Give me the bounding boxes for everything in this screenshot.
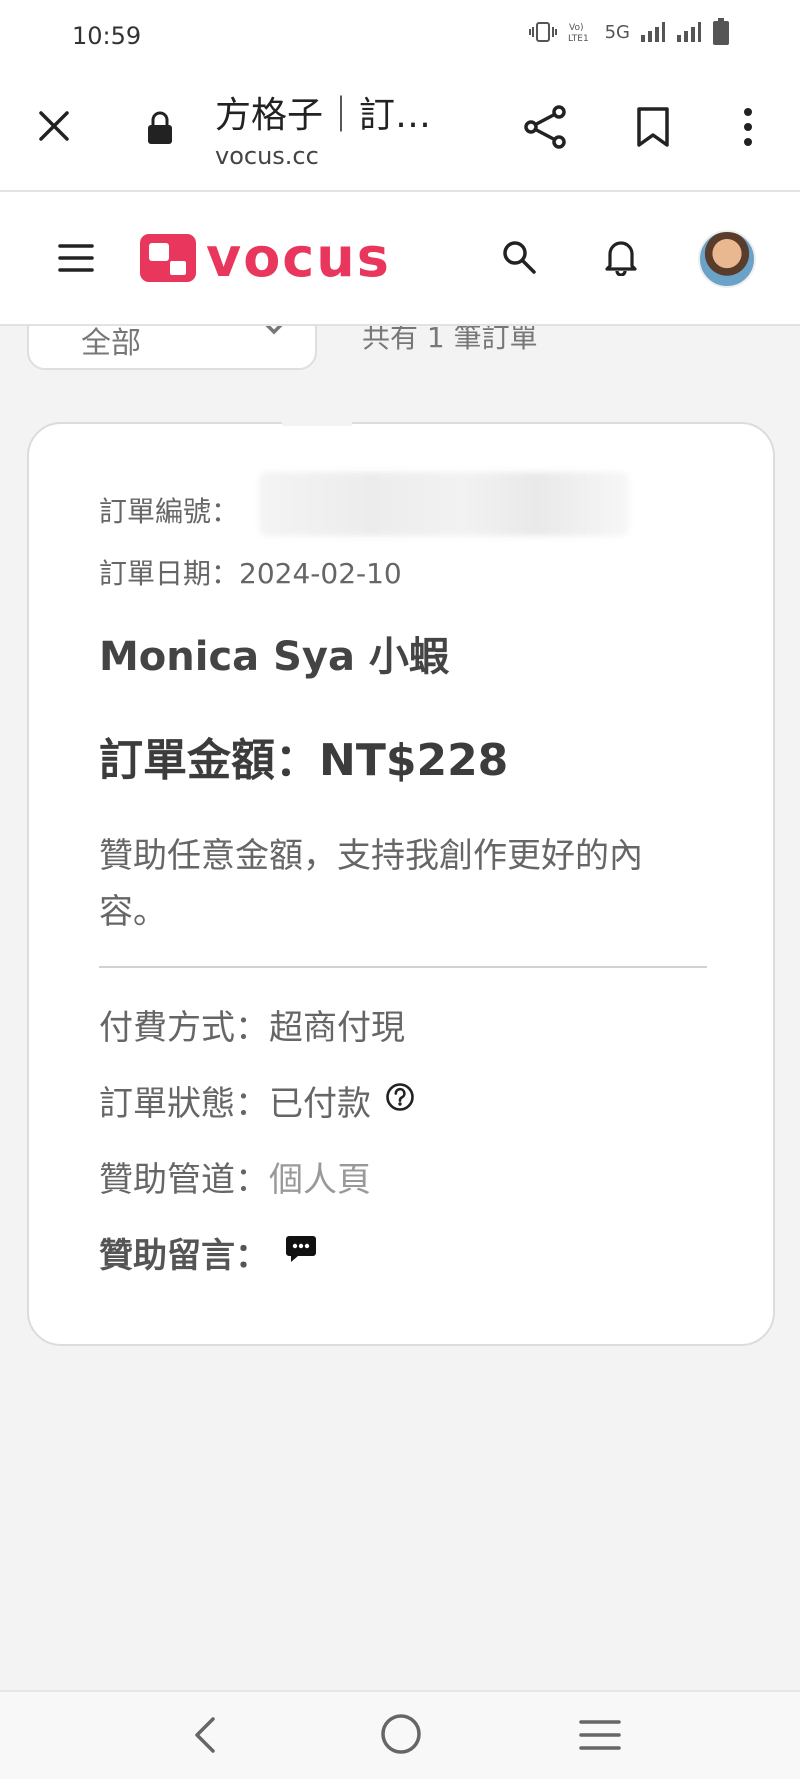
logo-text: vocus <box>206 226 391 289</box>
network-type: 5G <box>604 21 630 43</box>
order-date-value: 2024-02-10 <box>239 557 402 590</box>
page-url[interactable]: vocus.cc <box>215 142 319 170</box>
menu-icon[interactable] <box>54 236 98 280</box>
order-description: 贊助任意金額，支持我創作更好的內容。 <box>99 836 643 932</box>
vibrate-icon <box>528 21 557 43</box>
help-circle-icon[interactable] <box>385 1081 415 1121</box>
sponsor-channel: 贊助管道：個人頁 <box>99 1152 371 1201</box>
filter-selected: 全部 <box>81 326 141 361</box>
creator-name[interactable]: Monica Sya 小蝦 <box>99 624 449 682</box>
avatar[interactable] <box>698 230 756 288</box>
share-icon[interactable] <box>520 102 570 152</box>
payment-label: 付費方式： <box>99 1008 269 1048</box>
payment-value: 超商付現 <box>269 1008 405 1048</box>
card-top-gap <box>282 414 352 426</box>
more-vert-icon[interactable] <box>728 102 768 152</box>
order-card: 訂單編號： 訂單日期：2024-02-10 Monica Sya 小蝦 訂單金額… <box>27 422 775 1346</box>
filter-row: 全部 共有 1 筆訂單 <box>0 326 800 376</box>
status-icons: Vo) LTE1 5G <box>528 18 730 46</box>
bell-icon[interactable] <box>598 234 644 280</box>
order-number-redacted <box>259 472 629 536</box>
order-number: 訂單編號： <box>99 490 239 530</box>
browser-toolbar: 方格子｜訂… vocus.cc <box>0 72 800 192</box>
order-date: 訂單日期：2024-02-10 <box>99 552 402 592</box>
order-date-label: 訂單日期： <box>99 557 240 590</box>
volte-icon: Vo) LTE1 <box>567 20 595 44</box>
channel-value: 個人頁 <box>269 1160 371 1200</box>
home-icon[interactable] <box>375 1708 427 1760</box>
status-time: 10:59 <box>72 22 142 50</box>
search-icon[interactable] <box>496 234 542 280</box>
vocus-logo-mark <box>140 234 196 282</box>
payment-method: 付費方式：超商付現 <box>99 1000 405 1049</box>
status-label: 訂單狀態： <box>99 1084 269 1124</box>
order-count: 共有 1 筆訂單 <box>362 326 538 354</box>
page-title[interactable]: 方格子｜訂… <box>215 86 431 138</box>
status-bar: 10:59 Vo) LTE1 5G <box>0 0 800 72</box>
order-filter-select[interactable]: 全部 <box>27 326 317 370</box>
back-icon[interactable] <box>180 1710 230 1760</box>
bookmark-icon[interactable] <box>628 102 678 152</box>
vocus-logo[interactable]: vocus <box>140 230 391 286</box>
divider <box>99 966 707 968</box>
close-icon[interactable] <box>30 102 78 150</box>
chevron-down-icon <box>263 326 285 339</box>
channel-label: 贊助管道： <box>99 1160 269 1200</box>
battery-icon <box>712 18 730 46</box>
system-nav-bar <box>0 1690 800 1779</box>
signal-icon <box>640 21 666 43</box>
order-amount-label: 訂單金額： <box>99 735 319 786</box>
lock-icon[interactable] <box>140 106 180 150</box>
order-status: 訂單狀態：已付款 <box>99 1076 415 1125</box>
order-amount: 訂單金額：NT$228 <box>99 724 508 788</box>
svg-text:Vo): Vo) <box>569 23 583 33</box>
message-label: 贊助留言： <box>99 1236 269 1276</box>
svg-text:LTE1: LTE1 <box>568 34 589 44</box>
recents-icon[interactable] <box>572 1710 628 1760</box>
order-amount-value: NT$228 <box>319 735 509 786</box>
order-number-label: 訂單編號： <box>99 495 240 528</box>
chat-bubble-icon[interactable] <box>285 1233 317 1273</box>
status-value: 已付款 <box>269 1084 371 1124</box>
signal-icon-2 <box>676 21 702 43</box>
site-header: vocus <box>0 192 800 326</box>
sponsor-message: 贊助留言： <box>99 1228 317 1277</box>
